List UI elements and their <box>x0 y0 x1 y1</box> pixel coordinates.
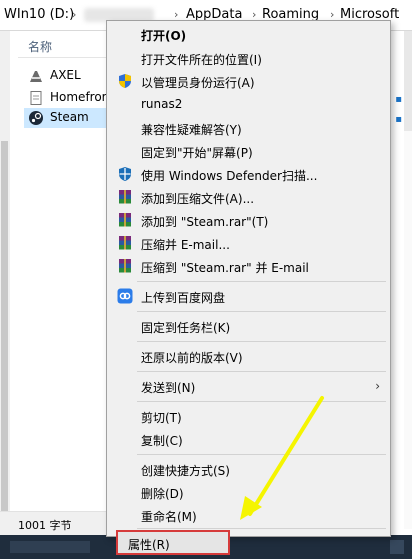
menu-item-label: 复制(C) <box>141 434 183 448</box>
menu-item-label: 添加到 "Steam.rar"(T) <box>141 215 269 229</box>
menu-item-properties[interactable]: 属性(R) <box>116 530 230 555</box>
winrar-icon <box>119 259 131 273</box>
file-size-status: 1001 字节 <box>18 519 72 532</box>
menu-item-label: 以管理员身份运行(A) <box>141 76 255 90</box>
menu-item-open[interactable]: 打开(O) <box>109 23 388 45</box>
menu-item-run-as-admin[interactable]: 以管理员身份运行(A) <box>109 70 388 92</box>
menu-item-copy[interactable]: 复制(C) <box>109 428 388 450</box>
menu-divider <box>137 371 386 372</box>
menu-item-label: 固定到任务栏(K) <box>141 321 231 335</box>
menu-item-label: 固定到"开始"屏幕(P) <box>141 146 253 160</box>
menu-item-label: 删除(D) <box>141 487 184 501</box>
app-icon <box>30 71 42 82</box>
menu-item-create-shortcut[interactable]: 创建快捷方式(S) <box>109 458 388 480</box>
taskbar-icon[interactable] <box>390 540 404 554</box>
context-menu: 打开(O) 打开文件所在的位置(I) 以管理员身份运行(A) runas2 兼容… <box>106 20 391 555</box>
menu-item-pin-to-start[interactable]: 固定到"开始"屏幕(P) <box>109 140 388 162</box>
menu-item-label: 压缩并 E-mail... <box>141 238 230 252</box>
menu-divider <box>137 401 386 402</box>
menu-item-label: 打开文件所在的位置(I) <box>141 53 262 67</box>
menu-divider <box>137 311 386 312</box>
menu-item-runas2[interactable]: runas2 <box>109 93 388 115</box>
winrar-icon <box>119 190 131 204</box>
menu-item-label: 重命名(M) <box>141 510 197 524</box>
menu-item-add-to-archive[interactable]: 添加到压缩文件(A)... <box>109 186 388 208</box>
baidu-cloud-icon <box>117 288 133 304</box>
chevron-right-icon: › <box>72 8 77 21</box>
menu-item-open-file-location[interactable]: 打开文件所在的位置(I) <box>109 47 388 69</box>
menu-item-delete[interactable]: 删除(D) <box>109 481 388 503</box>
menu-item-label: 发送到(N) <box>141 381 196 395</box>
menu-item-compress-steam-rar-email[interactable]: 压缩到 "Steam.rar" 并 E-mail <box>109 255 388 277</box>
menu-item-upload-baidu[interactable]: 上传到百度网盘 <box>109 285 388 307</box>
menu-divider <box>137 528 386 529</box>
menu-item-label: 创建快捷方式(S) <box>141 464 230 478</box>
chevron-right-icon: › <box>375 379 380 393</box>
file-name: Steam <box>50 110 89 124</box>
menu-divider <box>137 341 386 342</box>
menu-item-label: 上传到百度网盘 <box>141 291 226 305</box>
menu-item-label: 兼容性疑难解答(Y) <box>141 123 242 137</box>
winrar-icon <box>119 213 131 227</box>
taskbar-button[interactable] <box>10 541 90 553</box>
status-bar: 1001 字节 <box>0 511 106 536</box>
menu-divider <box>137 454 386 455</box>
menu-item-defender-scan[interactable]: 使用 Windows Defender扫描... <box>109 163 388 185</box>
document-icon <box>30 91 42 105</box>
menu-item-compress-email[interactable]: 压缩并 E-mail... <box>109 232 388 254</box>
defender-icon <box>119 167 131 181</box>
menu-item-add-to-steam-rar[interactable]: 添加到 "Steam.rar"(T) <box>109 209 388 231</box>
menu-item-restore-previous-versions[interactable]: 还原以前的版本(V) <box>109 345 388 367</box>
file-name: Homefror <box>50 90 107 104</box>
file-item-homefror[interactable]: Homefror <box>24 88 108 108</box>
menu-item-cut[interactable]: 剪切(T) <box>109 405 388 427</box>
column-header-name[interactable]: 名称 <box>28 38 52 55</box>
menu-divider <box>137 281 386 282</box>
header-divider <box>18 57 108 58</box>
menu-item-label: 压缩到 "Steam.rar" 并 E-mail <box>141 261 309 275</box>
navigation-pane[interactable] <box>0 31 10 529</box>
file-item-axel[interactable]: AXEL <box>24 66 108 86</box>
menu-item-label: runas2 <box>141 97 183 111</box>
scrollbar-thumb[interactable] <box>1 141 8 511</box>
file-name: AXEL <box>50 68 81 82</box>
scrollbar-thumb[interactable] <box>404 31 412 131</box>
breadcrumb-drive[interactable]: WIn10 (D:) <box>4 7 74 22</box>
menu-item-label: 属性(R) <box>128 538 170 552</box>
shield-icon <box>119 74 131 88</box>
file-item-steam[interactable]: Steam <box>24 108 108 128</box>
winrar-icon <box>119 236 131 250</box>
menu-item-label: 使用 Windows Defender扫描... <box>141 169 318 183</box>
menu-item-label: 打开(O) <box>141 29 187 43</box>
vertical-scrollbar[interactable] <box>404 31 412 529</box>
blue-marker: ▪ <box>395 94 402 105</box>
menu-item-label: 剪切(T) <box>141 411 182 425</box>
menu-item-pin-to-taskbar[interactable]: 固定到任务栏(K) <box>109 315 388 337</box>
steam-icon <box>29 111 43 125</box>
blue-marker: ▪ <box>395 114 402 125</box>
menu-item-label: 添加到压缩文件(A)... <box>141 192 255 206</box>
menu-item-label: 还原以前的版本(V) <box>141 351 243 365</box>
menu-item-compatibility[interactable]: 兼容性疑难解答(Y) <box>109 117 388 139</box>
menu-item-rename[interactable]: 重命名(M) <box>109 504 388 526</box>
menu-item-send-to[interactable]: 发送到(N) › <box>109 375 388 397</box>
